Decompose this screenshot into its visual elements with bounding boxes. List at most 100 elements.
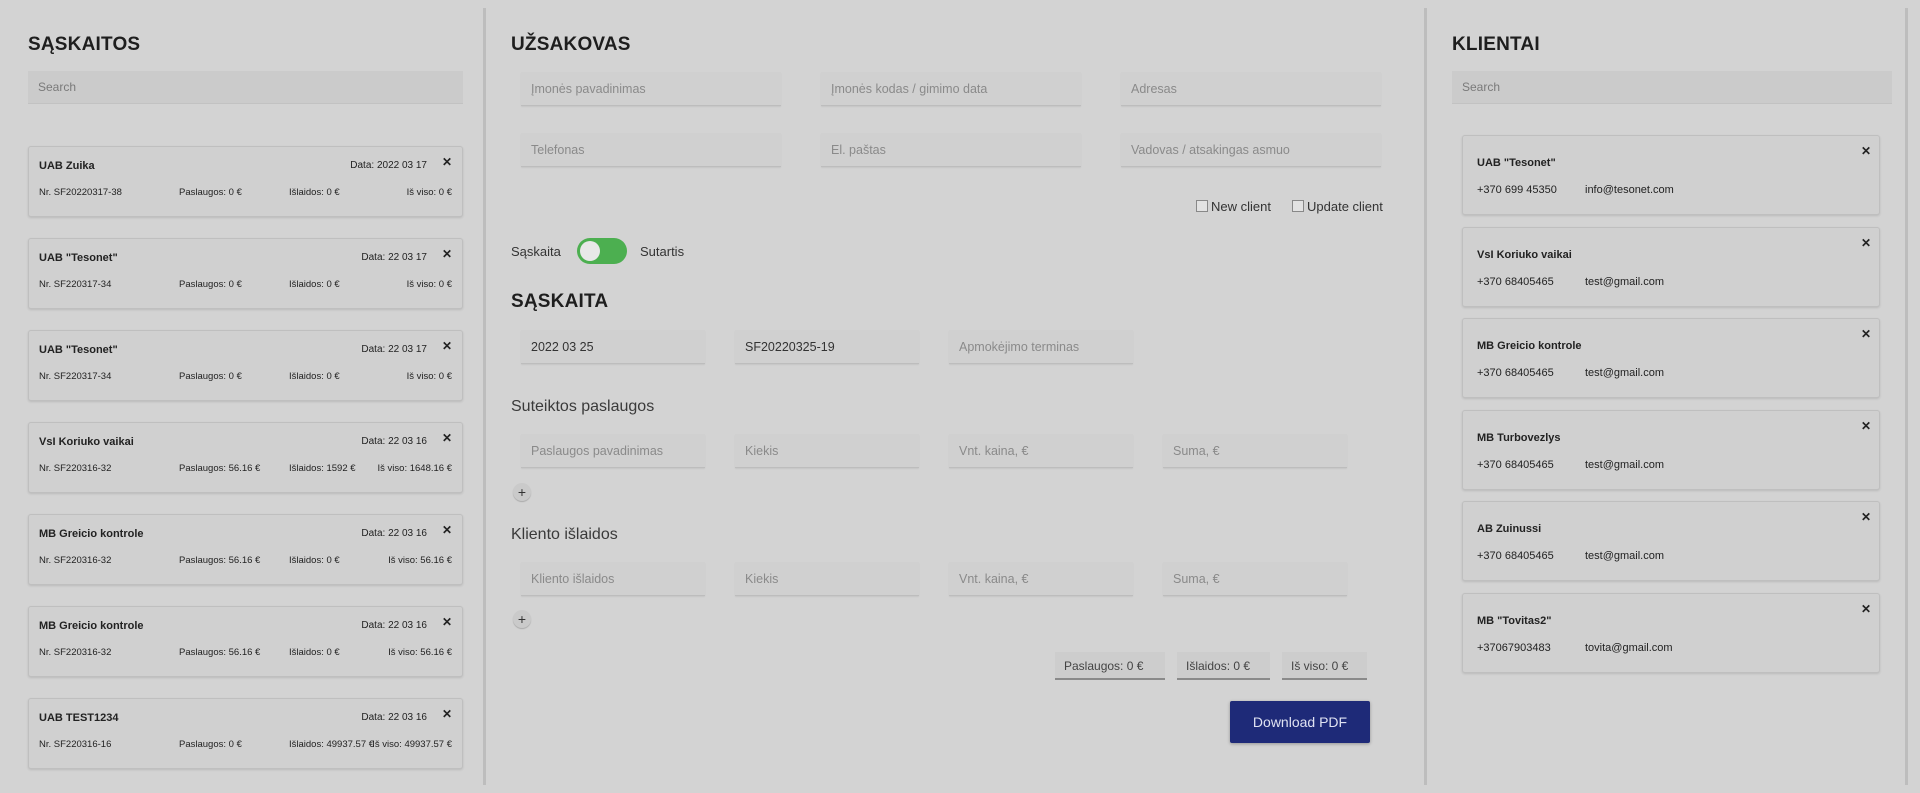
toggle-knob bbox=[580, 241, 600, 261]
client-card[interactable]: MB Turbovezlys ✕ +370 68405465 test@gmai… bbox=[1462, 409, 1880, 490]
invoice-services: Paslaugos: 56.16 € bbox=[179, 463, 261, 474]
invoice-number: Nr. SF220316-32 bbox=[39, 647, 112, 658]
phone-field[interactable]: Telefonas bbox=[521, 133, 781, 167]
close-icon[interactable]: ✕ bbox=[1861, 144, 1871, 158]
invoice-total: Iš viso: 0 € bbox=[406, 371, 452, 382]
invoice-date: Data: 22 03 16 bbox=[361, 712, 427, 723]
company-name-field[interactable]: Įmonės pavadinimas bbox=[521, 72, 781, 106]
invoice-card[interactable]: MB Greicio kontrole Data: 22 03 16 ✕ Nr.… bbox=[28, 514, 463, 585]
download-pdf-button[interactable]: Download PDF bbox=[1230, 701, 1370, 743]
add-expense-button[interactable]: + bbox=[513, 610, 531, 628]
invoice-date: Data: 22 03 16 bbox=[361, 528, 427, 539]
client-phone: +370 699 45350 bbox=[1477, 184, 1557, 196]
document-type-toggle[interactable] bbox=[577, 238, 627, 264]
update-client-checkbox[interactable]: Update client bbox=[1292, 199, 1383, 214]
invoice-card[interactable]: UAB "Tesonet" Data: 22 03 17 ✕ Nr. SF220… bbox=[28, 330, 463, 401]
service-qty-field[interactable]: Kiekis bbox=[735, 434, 919, 468]
invoice-date-field[interactable]: 2022 03 25 bbox=[521, 330, 705, 364]
close-icon[interactable]: ✕ bbox=[442, 155, 452, 169]
clients-title: KLIENTAI bbox=[1452, 34, 1540, 55]
invoice-card[interactable]: UAB Zuika Data: 2022 03 17 ✕ Nr. SF20220… bbox=[28, 146, 463, 217]
invoice-expenses: Išlaidos: 0 € bbox=[289, 279, 340, 290]
close-icon[interactable]: ✕ bbox=[442, 247, 452, 261]
client-phone: +370 68405465 bbox=[1477, 275, 1554, 288]
invoice-total: Iš viso: 1648.16 € bbox=[377, 463, 452, 474]
invoice-expenses: Išlaidos: 0 € bbox=[289, 555, 340, 566]
close-icon[interactable]: ✕ bbox=[1861, 419, 1871, 433]
invoice-services: Paslaugos: 0 € bbox=[179, 187, 242, 198]
update-client-check-box[interactable] bbox=[1292, 200, 1304, 212]
close-icon[interactable]: ✕ bbox=[1861, 236, 1871, 250]
invoices-title: SĄSKAITOS bbox=[28, 34, 141, 55]
service-unit-price-field[interactable]: Vnt. kaina, € bbox=[949, 434, 1133, 468]
expense-name-field[interactable]: Kliento išlaidos bbox=[521, 562, 705, 596]
expense-sum-field[interactable]: Suma, € bbox=[1163, 562, 1347, 596]
client-card[interactable]: MB Greicio kontrole ✕ +370 68405465 test… bbox=[1462, 318, 1880, 398]
client-name: UAB "Tesonet" bbox=[1477, 157, 1556, 169]
invoice-client-name: UAB "Tesonet" bbox=[39, 344, 118, 356]
invoice-card[interactable]: MB Greicio kontrole Data: 22 03 16 ✕ Nr.… bbox=[28, 606, 463, 677]
invoice-services: Paslaugos: 0 € bbox=[179, 371, 242, 382]
client-card[interactable]: AB Zuinussi ✕ +370 68405465 test@gmail.c… bbox=[1462, 501, 1880, 581]
close-icon[interactable]: ✕ bbox=[442, 431, 452, 445]
invoice-client-name: UAB "Tesonet" bbox=[39, 252, 118, 264]
invoice-total: Iš viso: 56.16 € bbox=[388, 647, 452, 658]
invoice-services: Paslaugos: 0 € bbox=[179, 739, 242, 750]
client-phone: +370 68405465 bbox=[1477, 550, 1554, 562]
invoice-card[interactable]: UAB "Tesonet" Data: 22 03 17 ✕ Nr. SF220… bbox=[28, 238, 463, 309]
client-email: test@gmail.com bbox=[1585, 550, 1665, 562]
invoice-expenses: Išlaidos: 0 € bbox=[289, 647, 340, 658]
service-sum-field[interactable]: Suma, € bbox=[1163, 434, 1347, 468]
client-phone: +370 68405465 bbox=[1477, 367, 1554, 379]
service-name-field[interactable]: Paslaugos pavadinimas bbox=[521, 434, 705, 468]
close-icon[interactable]: ✕ bbox=[1861, 510, 1871, 524]
new-client-checkbox[interactable]: New client bbox=[1196, 199, 1271, 214]
clients-search-input[interactable]: Search bbox=[1452, 71, 1892, 103]
expenses-total: Išlaidos: 0 € bbox=[1177, 652, 1270, 680]
invoice-card[interactable]: VsI Koriuko vaikai Data: 22 03 16 ✕ Nr. … bbox=[28, 422, 463, 493]
client-name: AB Zuinussi bbox=[1477, 523, 1542, 535]
expense-unit-price-field[interactable]: Vnt. kaina, € bbox=[949, 562, 1133, 596]
new-client-check-box[interactable] bbox=[1196, 200, 1208, 212]
close-icon[interactable]: ✕ bbox=[442, 523, 452, 537]
close-icon[interactable]: ✕ bbox=[442, 615, 452, 629]
expenses-title: Kliento išlaidos bbox=[511, 526, 618, 543]
close-icon[interactable]: ✕ bbox=[442, 339, 452, 353]
client-email: info@tesonet.com bbox=[1585, 184, 1674, 196]
company-code-field[interactable]: Įmonės kodas / gimimo data bbox=[821, 72, 1081, 106]
invoice-number: Nr. SF220317-34 bbox=[39, 279, 112, 290]
plus-icon: + bbox=[517, 484, 527, 500]
client-name: MB "Tovitas2" bbox=[1477, 614, 1552, 627]
invoice-number: Nr. SF220316-32 bbox=[39, 463, 112, 474]
invoice-number-field[interactable]: SF20220325-19 bbox=[735, 330, 919, 364]
client-card[interactable]: MB "Tovitas2" ✕ +37067903483 tovita@gmai… bbox=[1462, 592, 1880, 673]
email-field[interactable]: El. paštas bbox=[821, 133, 1081, 167]
payment-term-field[interactable]: Apmokėjimo terminas bbox=[949, 330, 1133, 364]
client-name: MB Turbovezlys bbox=[1477, 431, 1561, 444]
invoice-total: Iš viso: 0 € bbox=[406, 187, 452, 198]
expense-qty-field[interactable]: Kiekis bbox=[735, 562, 919, 596]
customer-panel: UŽSAKOVAS Įmonės pavadinimas Įmonės koda… bbox=[486, 0, 1424, 793]
invoice-date: Data: 22 03 16 bbox=[361, 436, 427, 447]
clients-panel: KLIENTAI Search UAB "Tesonet" ✕ +370 699… bbox=[1427, 0, 1920, 793]
invoice-client-name: UAB Zuika bbox=[39, 160, 95, 172]
close-icon[interactable]: ✕ bbox=[1861, 602, 1871, 616]
services-title: Suteiktos paslaugos bbox=[511, 398, 655, 415]
client-card[interactable]: VsI Koriuko vaikai ✕ +370 68405465 test@… bbox=[1462, 226, 1880, 307]
customer-title: UŽSAKOVAS bbox=[511, 34, 631, 55]
invoice-date: Data: 22 03 16 bbox=[361, 620, 427, 631]
close-icon[interactable]: ✕ bbox=[1861, 327, 1871, 341]
invoice-services: Paslaugos: 0 € bbox=[179, 279, 242, 290]
add-service-button[interactable]: + bbox=[513, 483, 531, 501]
invoice-date: Data: 22 03 17 bbox=[361, 252, 427, 263]
toggle-label-contract: Sutartis bbox=[640, 244, 685, 259]
invoice-card[interactable]: UAB TEST1234 Data: 22 03 16 ✕ Nr. SF2203… bbox=[28, 698, 463, 769]
manager-field[interactable]: Vadovas / atsakingas asmuo bbox=[1121, 133, 1381, 167]
client-email: test@gmail.com bbox=[1585, 275, 1665, 288]
invoices-search-input[interactable]: Search bbox=[28, 71, 463, 103]
address-field[interactable]: Adresas bbox=[1121, 72, 1381, 106]
client-email: test@gmail.com bbox=[1585, 458, 1665, 471]
close-icon[interactable]: ✕ bbox=[442, 707, 452, 721]
invoice-expenses: Išlaidos: 49937.57 € bbox=[289, 739, 375, 750]
client-card[interactable]: UAB "Tesonet" ✕ +370 699 45350 info@teso… bbox=[1462, 135, 1880, 215]
